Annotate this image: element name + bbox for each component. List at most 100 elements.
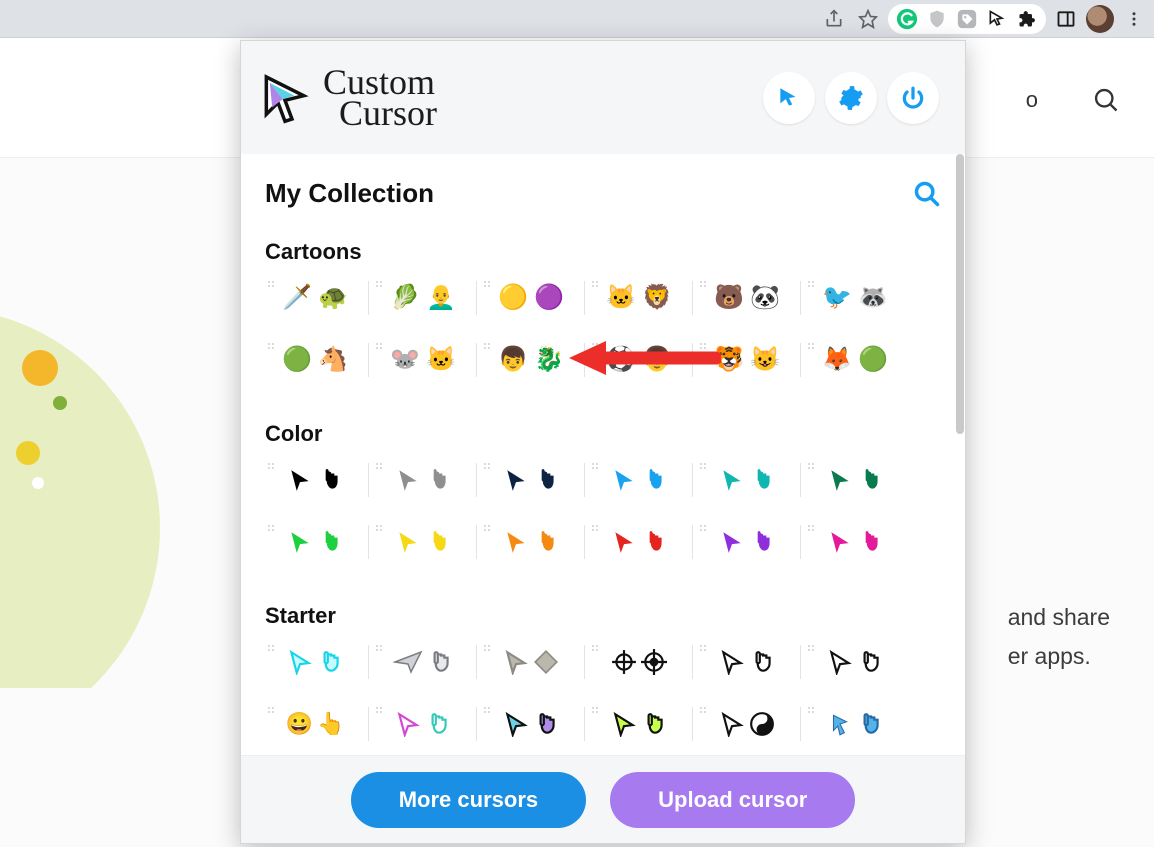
- item-menu-icon[interactable]: [591, 703, 601, 713]
- item-menu-icon[interactable]: [267, 521, 277, 531]
- item-menu-icon[interactable]: [267, 459, 277, 469]
- cursor-pack-starter-rainbow-outline[interactable]: [369, 701, 477, 747]
- cursor-pack-ben10[interactable]: ⚽👦: [585, 337, 693, 383]
- starter-cursor-preview: [287, 649, 343, 675]
- item-menu-icon[interactable]: [699, 339, 709, 349]
- cursor-pack-shrek[interactable]: 🟢🐴: [261, 337, 369, 383]
- cursor-pack-starter-outline-thick[interactable]: [693, 639, 801, 685]
- item-menu-icon[interactable]: [591, 277, 601, 287]
- scrollbar-thumb[interactable]: [956, 154, 964, 434]
- cursor-pack-grinch[interactable]: 🦊🟢: [801, 337, 909, 383]
- cursor-pack-garfield[interactable]: 🐯😺: [693, 337, 801, 383]
- item-menu-icon[interactable]: [483, 459, 493, 469]
- more-cursors-button[interactable]: More cursors: [351, 772, 586, 828]
- cursor-pack-httyd[interactable]: 👦🐉: [477, 337, 585, 383]
- star-icon[interactable]: [854, 5, 882, 33]
- item-menu-icon[interactable]: [375, 277, 385, 287]
- cursor-pack-bears[interactable]: 🐻🐼: [693, 275, 801, 321]
- cursor-pack-color-skyblue[interactable]: [585, 457, 693, 503]
- cursor-pack-minion[interactable]: 🟡🟣: [477, 275, 585, 321]
- cursor-pack-tom-jerry[interactable]: 🐭🐱: [369, 337, 477, 383]
- item-menu-icon[interactable]: [591, 521, 601, 531]
- item-menu-icon[interactable]: [375, 339, 385, 349]
- cursor-pack-color-black[interactable]: [261, 457, 369, 503]
- item-menu-icon[interactable]: [267, 277, 277, 287]
- cursor-pack-color-red[interactable]: [585, 519, 693, 565]
- item-menu-icon[interactable]: [807, 459, 817, 469]
- kebab-icon[interactable]: [1120, 5, 1148, 33]
- side-panel-icon[interactable]: [1052, 5, 1080, 33]
- starter-cursor-preview: [719, 649, 775, 675]
- item-menu-icon[interactable]: [267, 641, 277, 651]
- toolbar-right: [820, 4, 1148, 34]
- cursor-pack-starter-neon-cyan[interactable]: [261, 639, 369, 685]
- item-menu-icon[interactable]: [807, 339, 817, 349]
- cursor-pack-starter-prism[interactable]: [477, 701, 585, 747]
- power-button[interactable]: [887, 72, 939, 124]
- search-icon[interactable]: [1092, 86, 1120, 114]
- item-menu-icon[interactable]: [807, 521, 817, 531]
- cursor-pack-color-purple[interactable]: [693, 519, 801, 565]
- item-menu-icon[interactable]: [375, 703, 385, 713]
- item-menu-icon[interactable]: [483, 277, 493, 287]
- cursor-pack-color-navy[interactable]: [477, 457, 585, 503]
- cursor-pack-starter-lime-outline[interactable]: [585, 701, 693, 747]
- extension-shield-icon[interactable]: [924, 6, 950, 32]
- collection-title: My Collection: [265, 178, 434, 209]
- extension-custom-cursor-icon[interactable]: [984, 6, 1010, 32]
- extension-popup: Custom Cursor My Collection Cartoons: [240, 40, 966, 844]
- cursor-pack-starter-pixel[interactable]: [801, 639, 909, 685]
- item-menu-icon[interactable]: [699, 641, 709, 651]
- default-cursor-button[interactable]: [763, 72, 815, 124]
- extension-puzzle-icon[interactable]: [1014, 6, 1040, 32]
- item-menu-icon[interactable]: [483, 339, 493, 349]
- extension-tag-icon[interactable]: [954, 6, 980, 32]
- upload-cursor-button[interactable]: Upload cursor: [610, 772, 855, 828]
- cursor-pack-popeye[interactable]: 🥬👨‍🦲: [369, 275, 477, 321]
- cursor-pack-starter-stone[interactable]: [477, 639, 585, 685]
- cursor-pack-color-yellow[interactable]: [369, 519, 477, 565]
- color-cursor-preview: [287, 467, 343, 493]
- cursor-pack-regular-show[interactable]: 🐦🦝: [801, 275, 909, 321]
- item-menu-icon[interactable]: [699, 521, 709, 531]
- cursor-pack-color-orange[interactable]: [477, 519, 585, 565]
- item-menu-icon[interactable]: [699, 703, 709, 713]
- item-menu-icon[interactable]: [267, 339, 277, 349]
- item-menu-icon[interactable]: [591, 339, 601, 349]
- cursor-pack-starter-yin-yang[interactable]: [693, 701, 801, 747]
- cursor-pack-color-darkgreen[interactable]: [801, 457, 909, 503]
- cursor-pack-color-teal[interactable]: [693, 457, 801, 503]
- cursor-pack-starter-paper-plane[interactable]: [369, 639, 477, 685]
- item-menu-icon[interactable]: [375, 521, 385, 531]
- cursor-pack-felix[interactable]: 🐱🦁: [585, 275, 693, 321]
- cursor-pack-starter-emoji-yellow[interactable]: 😀👆: [261, 701, 369, 747]
- item-menu-icon[interactable]: [591, 459, 601, 469]
- item-menu-icon[interactable]: [483, 703, 493, 713]
- item-menu-icon[interactable]: [807, 641, 817, 651]
- item-menu-icon[interactable]: [375, 459, 385, 469]
- cursor-pack-starter-crosshair[interactable]: [585, 639, 693, 685]
- settings-button[interactable]: [825, 72, 877, 124]
- extension-grammarly-icon[interactable]: [894, 6, 920, 32]
- item-menu-icon[interactable]: [807, 703, 817, 713]
- profile-avatar[interactable]: [1086, 5, 1114, 33]
- cursor-pack-starter-pixel-blue[interactable]: [801, 701, 909, 747]
- cursor-pack-color-green[interactable]: [261, 519, 369, 565]
- collection-search-button[interactable]: [913, 180, 941, 208]
- cursor-pack-color-magenta[interactable]: [801, 519, 909, 565]
- cursor-pack-tmnt[interactable]: 🗡️🐢: [261, 275, 369, 321]
- item-menu-icon[interactable]: [483, 641, 493, 651]
- cursor-pack-color-gray[interactable]: [369, 457, 477, 503]
- item-menu-icon[interactable]: [699, 459, 709, 469]
- item-menu-icon[interactable]: [483, 521, 493, 531]
- starter-cursor-preview: [827, 711, 883, 737]
- item-menu-icon[interactable]: [699, 277, 709, 287]
- item-menu-icon[interactable]: [807, 277, 817, 287]
- item-menu-icon[interactable]: [267, 703, 277, 713]
- item-menu-icon[interactable]: [591, 641, 601, 651]
- share-icon[interactable]: [820, 5, 848, 33]
- starter-cursor-preview: [611, 711, 667, 737]
- starter-cursor-preview: [393, 649, 453, 675]
- item-menu-icon[interactable]: [375, 641, 385, 651]
- color-cursor-preview: [827, 467, 883, 493]
